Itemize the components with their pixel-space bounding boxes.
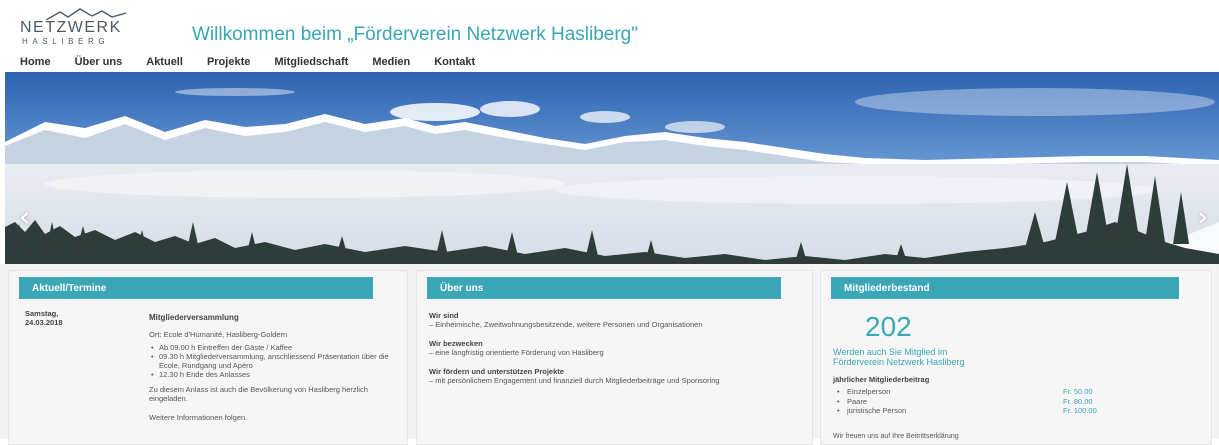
nav-medien[interactable]: Medien	[372, 56, 410, 72]
event-date: Samstag, 24.03.2018	[25, 309, 63, 327]
event-more: Weitere Informationen folgen.	[149, 413, 248, 422]
main-nav: Home Über uns Aktuell Projekte Mitglieds…	[0, 56, 479, 72]
panorama-image	[5, 72, 1219, 264]
ueber-block-head: Wir fördern und unterstützen Projekte	[429, 367, 564, 376]
list-item: 12.30 h Ende des Anlasses	[149, 370, 404, 379]
fee-name: Paare	[833, 397, 867, 407]
page-title: Willkommen beim „Förderverein Netzwerk H…	[192, 24, 638, 45]
event-date-day: 24.03.2018	[25, 318, 63, 327]
ueber-block-text: – Einheimische, Zweitwohnungsbesitzende,…	[429, 320, 703, 329]
nav-projekte[interactable]: Projekte	[207, 56, 250, 72]
ueber-block: Wir sind – Einheimische, Zweitwohnungsbe…	[429, 311, 809, 329]
nav-kontakt[interactable]: Kontakt	[434, 56, 475, 72]
site-header: NETZWERK HASLIBERG Willkommen beim „Förd…	[0, 0, 1219, 72]
panel-aktuell: Aktuell/Termine Samstag, 24.03.2018 Mitg…	[8, 270, 408, 445]
fee-price: Fr. 50.00	[1063, 387, 1093, 396]
ueber-block-head: Wir sind	[429, 311, 459, 320]
nav-ueber-uns[interactable]: Über uns	[75, 56, 123, 72]
ueber-block: Wir fördern und unterstützen Projekte – …	[429, 367, 809, 385]
event-date-weekday: Samstag,	[25, 309, 59, 318]
ueber-block: Wir bezwecken – eine langfristig orienti…	[429, 339, 809, 357]
fee-name: juristische Person	[833, 406, 906, 416]
ueber-block-head: Wir bezwecken	[429, 339, 483, 348]
event-note: Zu diesem Anlass ist auch die Bevölkerun…	[149, 385, 368, 403]
list-item: Ab 09.00 h Eintreffen der Gäste / Kaffee	[149, 343, 404, 352]
join-link-line1: Werden auch Sie Mitglied im	[833, 347, 948, 357]
list-item: Paare Fr. 80.00	[833, 397, 1123, 407]
fee-price: Fr. 80.00	[1063, 396, 1093, 406]
fee-title: jährlicher Mitgliederbeitrag	[833, 375, 930, 384]
site-logo[interactable]: NETZWERK HASLIBERG	[20, 8, 140, 48]
list-item: juristische Person Fr. 100.00	[833, 406, 1123, 416]
join-link-line2: Förderverein Netzwerk Hasliberg	[833, 357, 965, 367]
ueber-block-text: – eine langfristig orientierte Förderung…	[429, 348, 604, 357]
logo-wordmark: NETZWERK	[20, 19, 122, 36]
nav-mitgliedschaft[interactable]: Mitgliedschaft	[274, 56, 348, 72]
fee-list: Einzelperson Fr. 50.00 Paare Fr. 80.00 j…	[833, 387, 1123, 416]
ueber-uns-body: Wir sind – Einheimische, Zweitwohnungsbe…	[429, 311, 809, 395]
event-schedule: Ab 09.00 h Eintreffen der Gäste / Kaffee…	[149, 343, 404, 379]
list-item: 09.30 h Mitgliederversammlung, anschlies…	[149, 352, 404, 370]
fee-price: Fr. 100.00	[1063, 406, 1097, 415]
event-location: Ort: Ecole d'Humanité, Hasliberg-Goldern	[149, 330, 288, 339]
panel-aktuell-title: Aktuell/Termine	[19, 277, 373, 299]
slider-prev-button[interactable]: ‹	[19, 200, 30, 233]
event-title: Mitgliederversammlung	[149, 313, 239, 322]
join-link[interactable]: Werden auch Sie Mitglied im Förderverein…	[833, 347, 1033, 367]
member-count: 202	[865, 311, 912, 342]
nav-home[interactable]: Home	[20, 56, 51, 72]
panel-ueber-uns-title: Über uns	[427, 277, 781, 299]
panel-ueber-uns: Über uns Wir sind – Einheimische, Zweitw…	[416, 270, 813, 445]
event-details: Mitgliederversammlung Ort: Ecole d'Human…	[149, 313, 404, 422]
panel-mitglieder-title: Mitgliederbestand	[831, 277, 1179, 299]
nav-aktuell[interactable]: Aktuell	[146, 56, 183, 72]
fee-name: Einzelperson	[833, 387, 890, 397]
panel-mitglieder: Mitgliederbestand 202 Werden auch Sie Mi…	[820, 270, 1212, 445]
content-panels: Aktuell/Termine Samstag, 24.03.2018 Mitg…	[0, 264, 1219, 445]
list-item: Einzelperson Fr. 50.00	[833, 387, 1123, 397]
logo-subtitle: HASLIBERG	[22, 37, 110, 46]
hero-slider[interactable]: ‹ ›	[5, 72, 1219, 264]
slider-next-button[interactable]: ›	[1197, 200, 1208, 233]
ueber-block-text: – mit persönlichem Engagement und finanz…	[429, 376, 720, 385]
